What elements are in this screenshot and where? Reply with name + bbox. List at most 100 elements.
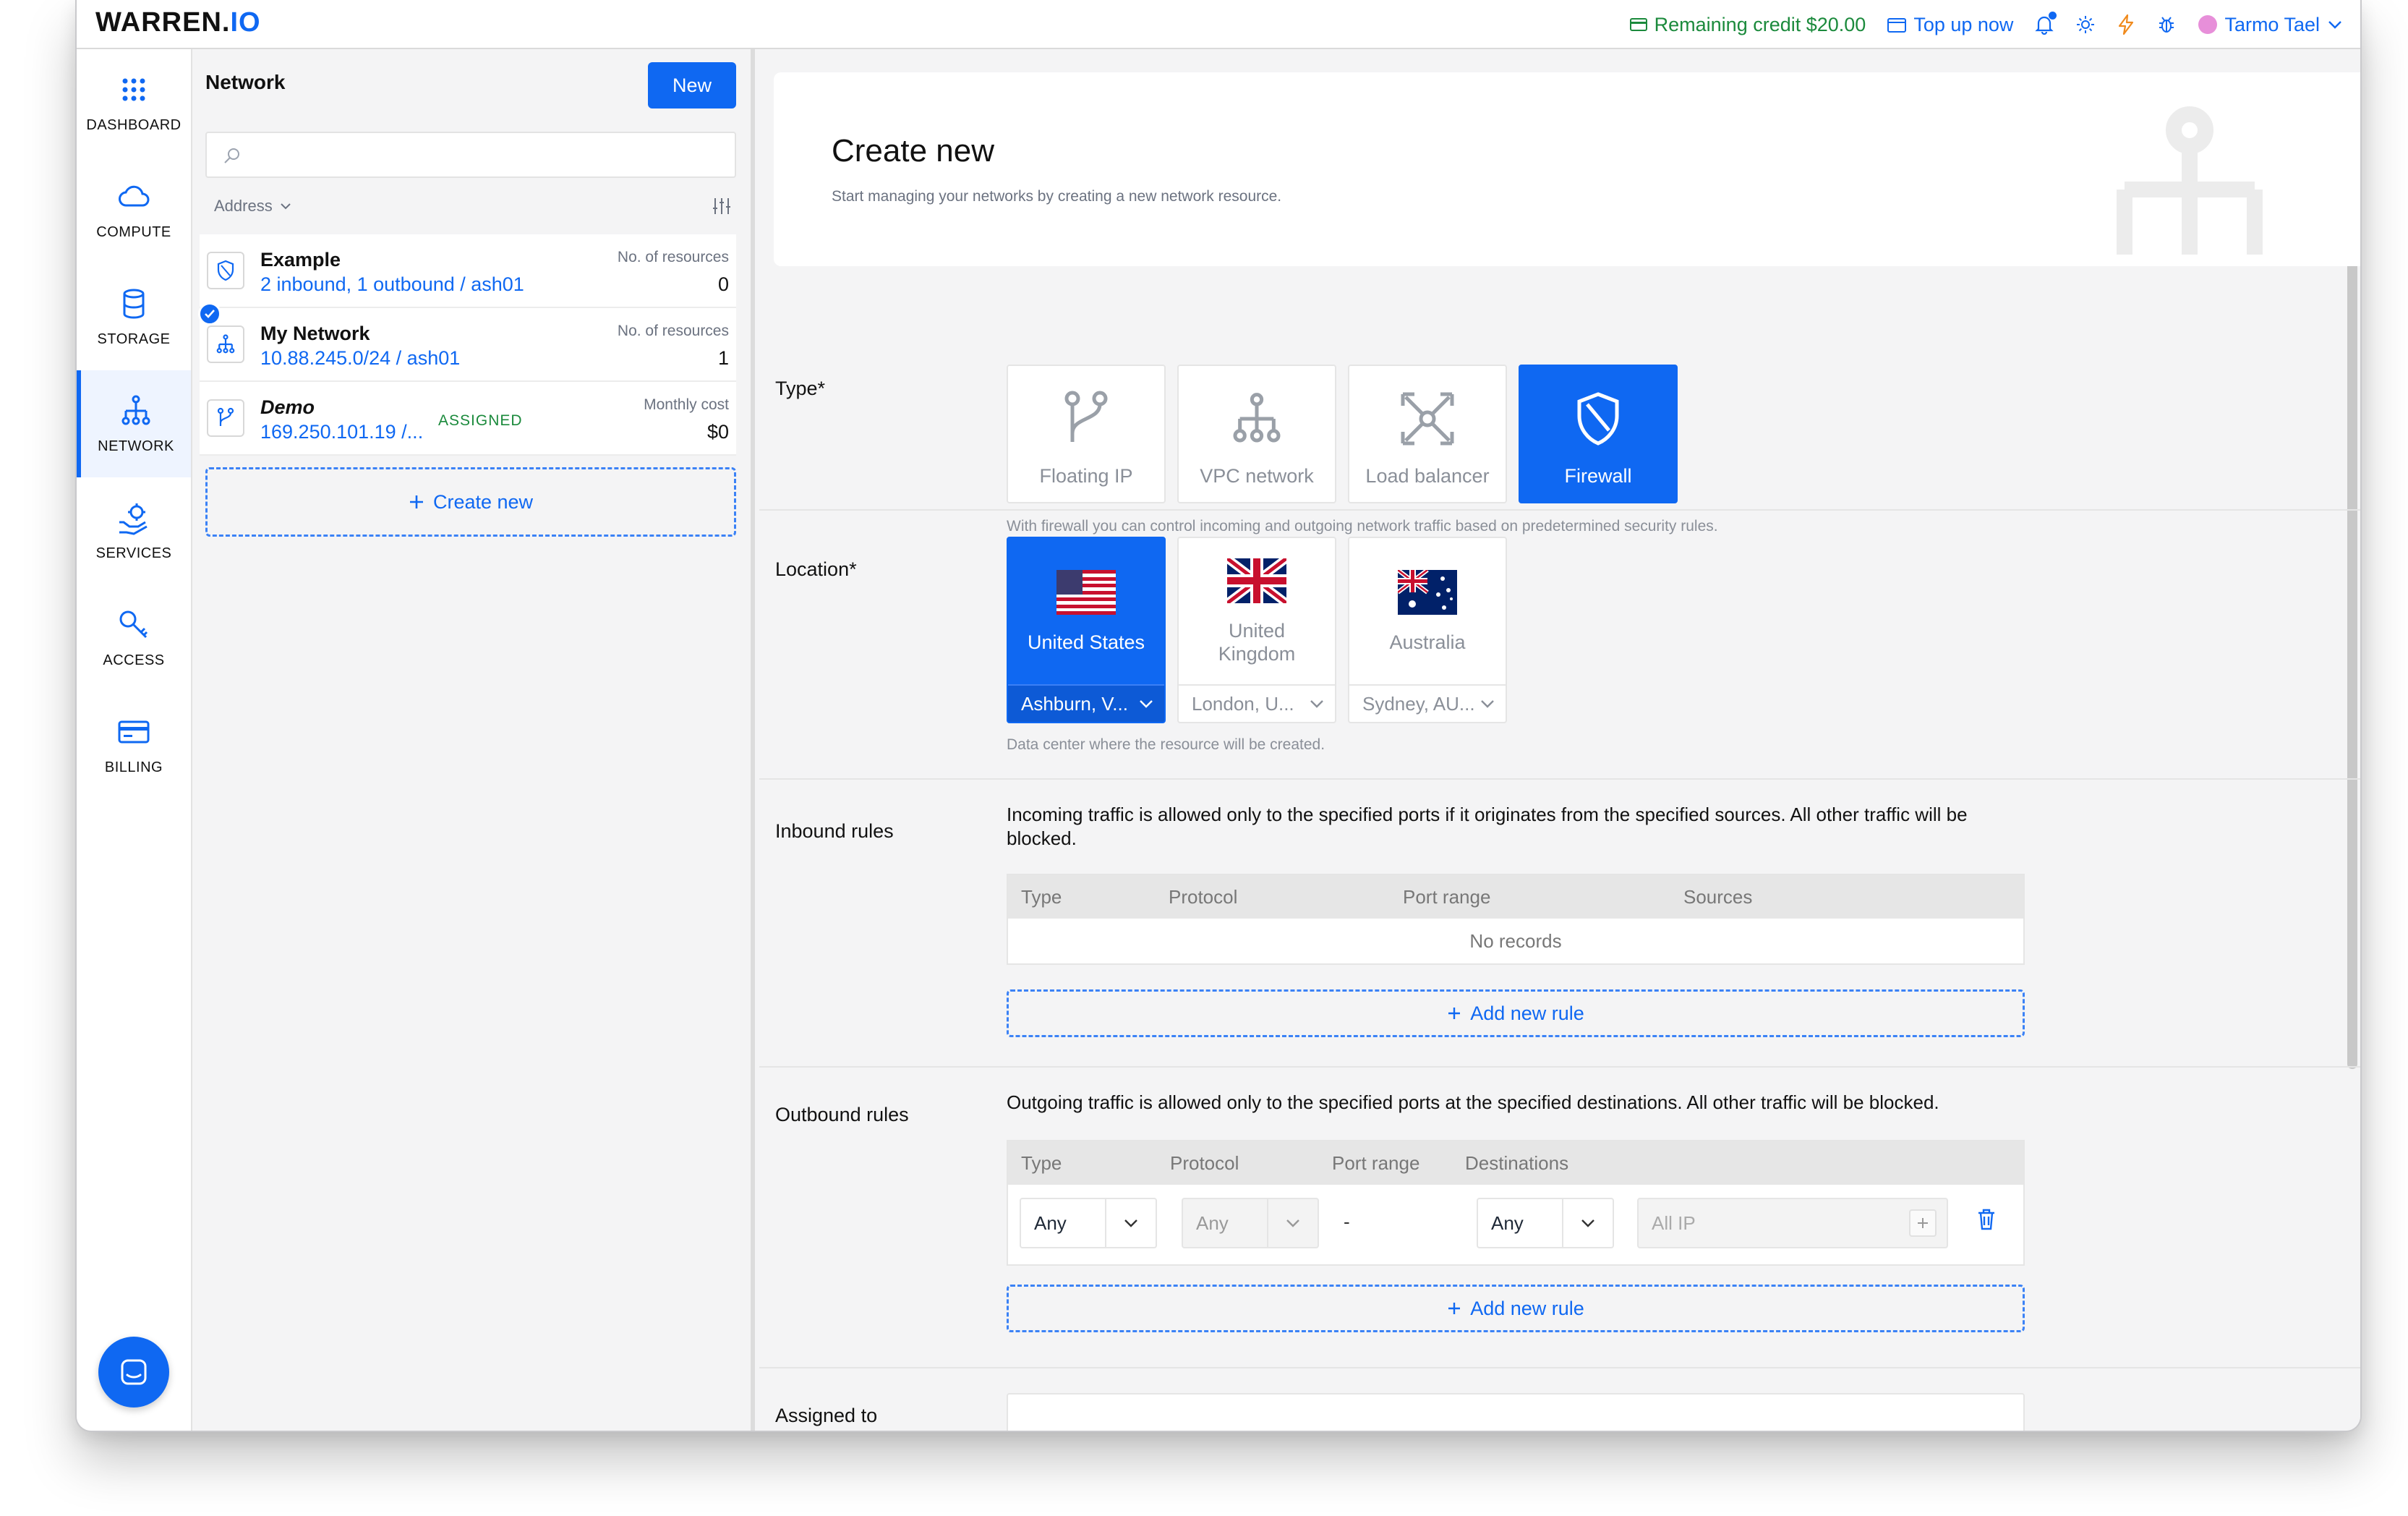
rule-protocol-value: Any xyxy=(1196,1211,1229,1234)
location-option-us[interactable]: United States Ashburn, V... xyxy=(1007,537,1166,723)
chevron-down-icon xyxy=(1124,1219,1137,1227)
bug-icon xyxy=(2159,17,2174,33)
table-header: Type Protocol Port range Sources xyxy=(1008,875,2023,919)
sort-bar: Address xyxy=(214,195,732,217)
sort-dropdown[interactable]: Address xyxy=(214,197,291,216)
item-meta-label: Monthly cost xyxy=(644,396,729,413)
create-new-button[interactable]: Create new xyxy=(205,467,736,537)
location-name: United States xyxy=(1027,631,1145,653)
datacenter-dropdown[interactable]: London, U... xyxy=(1179,684,1335,722)
datacenter-dropdown[interactable]: Ashburn, V... xyxy=(1008,684,1164,722)
page-subtitle: Start managing your networks by creating… xyxy=(832,188,1282,205)
create-new-label: Create new xyxy=(432,490,534,513)
location-option-au[interactable]: Australia Sydney, AU... xyxy=(1348,537,1507,723)
location-option-uk[interactable]: United Kingdom London, U... xyxy=(1177,537,1336,723)
sidebar-item-label: NETWORK xyxy=(98,438,174,454)
remaining-credit[interactable]: Remaining credit $20.00 xyxy=(1629,14,1866,36)
rule-ip-input[interactable]: All IP xyxy=(1637,1198,1948,1248)
uk-flag-icon xyxy=(1227,558,1286,603)
app-window: WARREN.IO Remaining credit $20.00 Top up… xyxy=(75,0,2362,1432)
sidebar-item-access[interactable]: ACCESS xyxy=(77,584,191,691)
rule-ip-placeholder: All IP xyxy=(1652,1211,1696,1234)
top-up-link[interactable]: Top up now xyxy=(1887,14,2013,36)
new-button[interactable]: New xyxy=(648,62,736,108)
sidebar-item-storage[interactable]: STORAGE xyxy=(77,263,191,370)
sidebar-item-dashboard[interactable]: DASHBOARD xyxy=(77,49,191,156)
rule-port-range: - xyxy=(1344,1211,1350,1232)
type-option-label: Firewall xyxy=(1564,465,1632,487)
rule-type-select[interactable]: Any xyxy=(1020,1198,1157,1248)
top-up-text: Top up now xyxy=(1913,13,2014,35)
notification-dot xyxy=(2049,12,2057,20)
datacenter-value: Ashburn, V... xyxy=(1021,692,1128,715)
search-icon xyxy=(224,148,239,163)
add-outbound-rule-button[interactable]: Add new rule xyxy=(1007,1285,2025,1332)
type-option-firewall[interactable]: Firewall xyxy=(1519,365,1678,503)
network-icon xyxy=(1233,393,1281,443)
top-bar: WARREN.IO Remaining credit $20.00 Top up… xyxy=(77,0,2360,49)
sidebar-item-label: DASHBOARD xyxy=(86,116,182,133)
type-option-label: Load balancer xyxy=(1365,465,1490,487)
list-item[interactable]: Demo 169.250.101.19 /... ASSIGNED Monthl… xyxy=(200,382,736,456)
sidebar-item-network[interactable]: NETWORK xyxy=(77,370,191,477)
location-label: Location* xyxy=(775,558,857,580)
chevron-down-icon xyxy=(1286,1219,1299,1227)
us-flag-icon xyxy=(1056,569,1116,615)
assigned-to-select[interactable] xyxy=(1007,1393,2025,1431)
column-header: Port range xyxy=(1403,885,1491,908)
list-item[interactable]: Example 2 inbound, 1 outbound / ash01 No… xyxy=(200,234,736,308)
datacenter-value: London, U... xyxy=(1192,692,1294,715)
sidebar-item-compute[interactable]: COMPUTE xyxy=(77,156,191,263)
bug-report-button[interactable] xyxy=(2156,14,2177,35)
add-ip-button[interactable] xyxy=(1909,1209,1937,1237)
theme-toggle[interactable] xyxy=(2075,14,2096,35)
firewall-item-icon xyxy=(207,252,244,289)
location-help-text: Data center where the resource will be c… xyxy=(1007,736,1325,753)
resource-list: Example 2 inbound, 1 outbound / ash01 No… xyxy=(198,234,736,456)
delete-rule-button[interactable] xyxy=(1977,1208,1996,1235)
rule-destination-select[interactable]: Any xyxy=(1477,1198,1614,1248)
outbound-rules-section: Outbound rules Outgoing traffic is allow… xyxy=(759,1068,2360,1368)
table-header: Type Protocol Port range Destinations xyxy=(1008,1141,2023,1185)
credit-card-icon xyxy=(1629,18,1647,31)
sidebar-item-label: BILLING xyxy=(104,759,163,775)
rule-protocol-select[interactable]: Any xyxy=(1182,1198,1319,1248)
type-option-label: Floating IP xyxy=(1039,465,1133,487)
chevron-down-icon xyxy=(2328,21,2341,29)
chat-button[interactable] xyxy=(98,1337,169,1408)
chevron-down-icon xyxy=(1140,700,1153,708)
chat-icon xyxy=(121,1359,147,1385)
item-meta-value: 0 xyxy=(717,273,729,295)
search-input[interactable] xyxy=(205,132,736,178)
user-menu[interactable]: Tarmo Tael xyxy=(2198,14,2343,36)
column-header: Protocol xyxy=(1170,1151,1239,1174)
wallet-icon xyxy=(1887,18,1907,33)
item-meta-label: No. of resources xyxy=(617,249,729,265)
sun-icon xyxy=(2077,16,2095,33)
type-option-vpc-network[interactable]: VPC network xyxy=(1177,365,1336,503)
notifications-button[interactable] xyxy=(2035,12,2057,35)
location-name: United Kingdom xyxy=(1218,619,1296,665)
column-header: Protocol xyxy=(1169,885,1238,908)
item-subtitle: 2 inbound, 1 outbound / ash01 xyxy=(260,273,524,295)
logo[interactable]: WARREN.IO xyxy=(95,7,261,38)
filter-sliders-icon[interactable] xyxy=(712,197,732,216)
chevron-down-icon xyxy=(281,203,291,210)
au-flag-icon xyxy=(1398,569,1457,615)
column-header: Sources xyxy=(1683,885,1753,908)
quick-actions-button[interactable] xyxy=(2117,14,2135,35)
type-option-floating-ip[interactable]: Floating IP xyxy=(1007,365,1166,503)
plus-icon xyxy=(1918,1218,1928,1228)
item-name: Demo xyxy=(260,396,315,418)
add-inbound-rule-button[interactable]: Add new rule xyxy=(1007,989,2025,1037)
list-item[interactable]: My Network 10.88.245.0/24 / ash01 No. of… xyxy=(198,302,736,382)
type-option-load-balancer[interactable]: Load balancer xyxy=(1348,365,1507,503)
sidebar-item-services[interactable]: SERVICES xyxy=(77,477,191,584)
sidebar-item-label: ACCESS xyxy=(103,652,165,668)
resource-list-pane: Network New Address Example 2 inbound, 1… xyxy=(192,49,755,1431)
plus-icon xyxy=(1448,1303,1461,1314)
chevron-down-icon xyxy=(1581,1219,1594,1227)
selected-check-icon xyxy=(198,302,221,325)
sidebar-item-billing[interactable]: BILLING xyxy=(77,691,191,799)
datacenter-dropdown[interactable]: Sydney, AU... xyxy=(1349,684,1506,722)
